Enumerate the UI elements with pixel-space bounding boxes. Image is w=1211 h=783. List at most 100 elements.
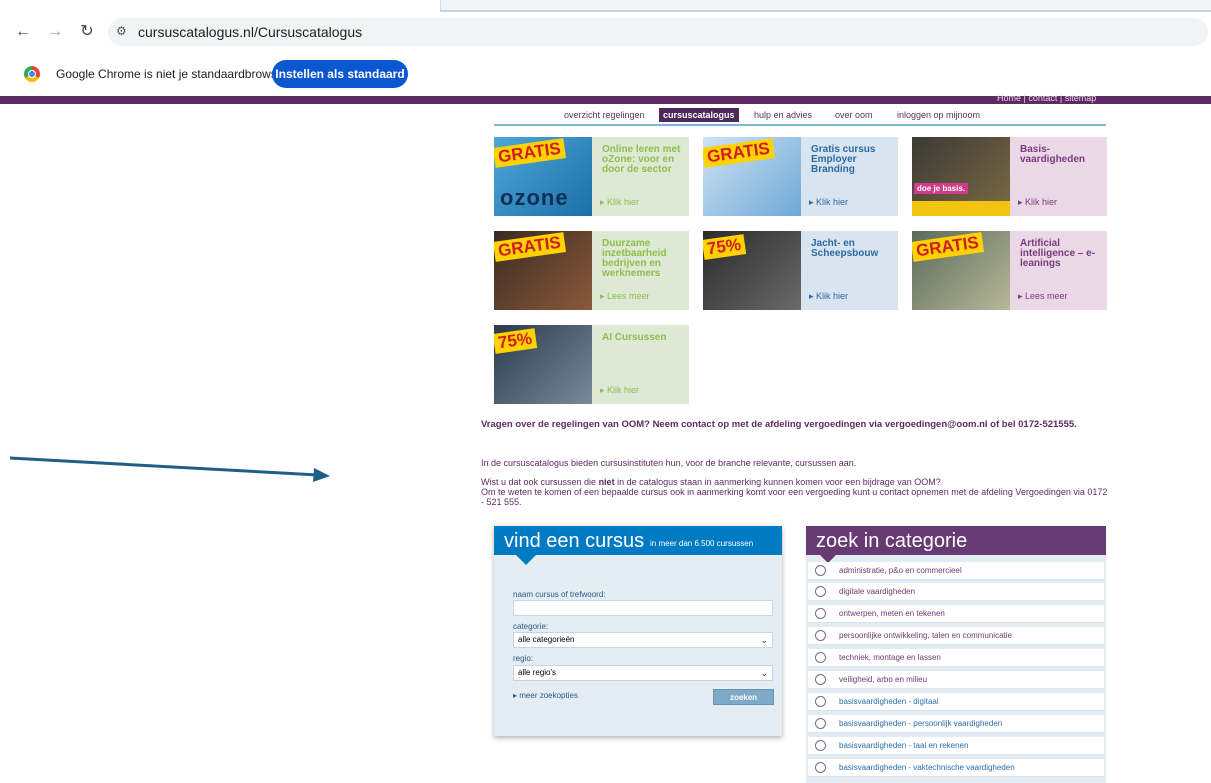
category-icon <box>815 762 826 773</box>
card-title[interactable]: Basis-vaardigheden <box>1020 145 1104 165</box>
card-title[interactable]: Online leren met oZone: voor en door de … <box>602 145 686 175</box>
card-title[interactable]: Jacht- en Scheepsbouw <box>811 239 895 259</box>
card-title[interactable]: Duurzame inzetbaarheid bedrijven en werk… <box>602 239 686 279</box>
card-image: GRATIS <box>703 137 801 216</box>
omnibox[interactable]: ⚙ cursuscatalogus.nl/Cursuscatalogus <box>108 18 1208 46</box>
card-link-label[interactable]: Klik hier <box>607 197 639 207</box>
category-item[interactable]: ontwerpen, meten en tekenen <box>808 605 1104 623</box>
category-item[interactable]: basisvaardigheden - digitaal <box>808 693 1104 711</box>
chevron-down-icon: ⌄ <box>760 668 768 678</box>
category-item[interactable]: basisvaardigheden - persoonlijk vaardigh… <box>808 715 1104 733</box>
card-jacht-scheepsbouw[interactable]: 75% Jacht- en Scheepsbouw ▸ Klik hier <box>703 231 898 310</box>
category-item[interactable]: basisvaardigheden - vaktechnische vaardi… <box>808 759 1104 777</box>
gratis-badge: GRATIS <box>494 232 567 262</box>
gratis-badge: GRATIS <box>703 138 776 168</box>
category-item[interactable]: digitale vaardigheden <box>808 583 1104 601</box>
search-header: vind een cursus in meer dan 6.500 cursus… <box>494 526 782 555</box>
card-artificial-intelligence[interactable]: GRATIS Artificial intelligence – e-leani… <box>912 231 1107 310</box>
card-link-label[interactable]: Klik hier <box>607 385 639 395</box>
card-link-label[interactable]: Klik hier <box>1025 197 1057 207</box>
top-links[interactable]: Home | contact | sitemap <box>997 93 1096 103</box>
search-title: vind een cursus <box>504 530 645 552</box>
category-label[interactable]: basisvaardigheden - digitaal <box>839 697 939 706</box>
card-link[interactable]: ▸ Klik hier <box>809 197 848 208</box>
category-label[interactable]: veiligheid, arbo en milieu <box>839 675 927 684</box>
card-duurzame-inzetbaarheid[interactable]: GRATIS Duurzame inzetbaarheid bedrijven … <box>494 231 689 310</box>
category-value: alle categorieën <box>518 635 575 644</box>
eligibility-bold: niet <box>598 477 615 487</box>
intro-text: In de cursuscatalogus bieden cursusinsti… <box>481 458 857 468</box>
card-link[interactable]: ▸ Lees meer <box>1018 291 1068 302</box>
card-link-label[interactable]: Klik hier <box>816 291 848 301</box>
ozone-logo: ozone <box>500 185 569 210</box>
category-panel: zoek in categorie administratie, p&o en … <box>806 526 1106 783</box>
region-value: alle regio's <box>518 668 556 677</box>
site-settings-icon[interactable]: ⚙ <box>116 24 127 38</box>
card-image: GRATIS <box>912 231 1010 310</box>
infobar-message: Google Chrome is niet je standaardbrowse… <box>56 67 288 81</box>
category-icon <box>815 630 826 641</box>
search-button[interactable]: zoeken <box>713 689 774 705</box>
card-basisvaardigheden[interactable]: doe je basis. Basis-vaardigheden ▸ Klik … <box>912 137 1107 216</box>
category-label[interactable]: techniek, montage en lassen <box>839 653 941 662</box>
category-label[interactable]: basisvaardigheden - vaktechnische vaardi… <box>839 763 1015 772</box>
card-link-label[interactable]: Lees meer <box>607 291 650 301</box>
url-text[interactable]: cursuscatalogus.nl/Cursuscatalogus <box>138 24 362 40</box>
region-select[interactable]: alle regio's ⌄ <box>513 665 773 681</box>
category-item[interactable]: basisvaardigheden - taal en rekenen <box>808 737 1104 755</box>
category-label[interactable]: basisvaardigheden - taal en rekenen <box>839 741 968 750</box>
category-label[interactable]: basisvaardigheden - persoonlijk vaardigh… <box>839 719 1002 728</box>
card-link[interactable]: ▸ Klik hier <box>1018 197 1057 208</box>
more-options-link[interactable]: ▸ meer zoekopties <box>513 691 578 700</box>
category-select[interactable]: alle categorieën ⌄ <box>513 632 773 648</box>
category-header: zoek in categorie <box>806 526 1106 555</box>
forward-icon[interactable]: → <box>44 21 66 43</box>
category-icon <box>815 608 826 619</box>
category-label[interactable]: ontwerpen, meten en tekenen <box>839 609 945 618</box>
category-label[interactable]: administratie, p&o en commercieel <box>839 566 962 575</box>
header-notch <box>516 555 536 565</box>
card-employer-branding[interactable]: GRATIS Gratis cursus Employer Branding ▸… <box>703 137 898 216</box>
card-ai-cursussen[interactable]: 75% AI Cursussen ▸ Klik hier <box>494 325 689 404</box>
card-link[interactable]: ▸ Klik hier <box>809 291 848 302</box>
nav-inloggen[interactable]: inloggen op mijnoom <box>897 110 980 120</box>
category-panel-title: zoek in categorie <box>816 530 968 552</box>
nav-cursuscatalogus[interactable]: cursuscatalogus <box>659 108 739 122</box>
card-image: GRATIS ozone <box>494 137 592 216</box>
card-ozone[interactable]: GRATIS ozone Online leren met oZone: voo… <box>494 137 689 216</box>
more-options-label[interactable]: meer zoekopties <box>519 691 578 700</box>
percent-badge: 75% <box>494 328 538 354</box>
card-title[interactable]: Gratis cursus Employer Branding <box>811 145 895 175</box>
category-item[interactable]: persoonlijke ontwikkeling, talen en comm… <box>808 627 1104 645</box>
card-link-label[interactable]: Lees meer <box>1025 291 1068 301</box>
category-icon <box>815 740 826 751</box>
category-item[interactable]: techniek, montage en lassen <box>808 649 1104 667</box>
active-tab[interactable] <box>0 0 441 12</box>
category-label: categorie: <box>513 622 549 631</box>
card-image: 75% <box>703 231 801 310</box>
nav-over-oom[interactable]: over oom <box>835 110 873 120</box>
set-default-button[interactable]: Instellen als standaard <box>272 60 408 88</box>
course-search-panel: vind een cursus in meer dan 6.500 cursus… <box>494 526 782 736</box>
search-subtitle: in meer dan 6.500 cursussen <box>650 539 754 548</box>
card-link-label[interactable]: Klik hier <box>816 197 848 207</box>
card-link[interactable]: ▸ Lees meer <box>600 291 650 302</box>
card-title[interactable]: Artificial intelligence – e-leanings <box>1020 239 1104 269</box>
search-input[interactable] <box>513 600 773 616</box>
eligibility-pre: Wist u dat ook cursussen die <box>481 477 599 487</box>
back-icon[interactable]: ← <box>12 21 34 43</box>
arrow-shaft <box>9 456 319 477</box>
category-label[interactable]: persoonlijke ontwikkeling, talen en comm… <box>839 631 1012 640</box>
category-item[interactable]: veiligheid, arbo en milieu <box>808 671 1104 689</box>
category-item[interactable]: administratie, p&o en commercieel <box>808 562 1104 580</box>
chevron-down-icon: ⌄ <box>760 635 768 645</box>
region-label: regio: <box>513 654 534 663</box>
category-icon <box>815 674 826 685</box>
card-link[interactable]: ▸ Klik hier <box>600 197 639 208</box>
category-label[interactable]: digitale vaardigheden <box>839 587 915 596</box>
reload-icon[interactable]: ↻ <box>76 21 98 43</box>
card-link[interactable]: ▸ Klik hier <box>600 385 639 396</box>
nav-overzicht[interactable]: overzicht regelingen <box>564 110 645 120</box>
card-title[interactable]: AI Cursussen <box>602 333 686 343</box>
nav-hulp[interactable]: hulp en advies <box>754 110 812 120</box>
